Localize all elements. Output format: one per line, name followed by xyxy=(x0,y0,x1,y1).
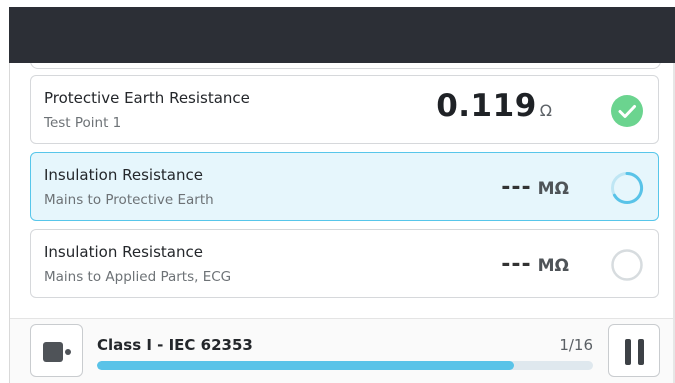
pause-icon xyxy=(625,339,631,365)
sequence-footer: Class I - IEC 62353 1/16 xyxy=(10,319,673,383)
measurement-number: --- xyxy=(501,252,532,277)
pending-circle-icon xyxy=(611,249,643,281)
pause-icon-bar xyxy=(638,339,644,365)
test-list-panel: Protective Earth Resistance Test Point 1… xyxy=(10,63,673,383)
pause-button[interactable] xyxy=(608,324,660,377)
sequence-label: Class I - IEC 62353 xyxy=(97,336,253,354)
measurement-unit: Ω xyxy=(539,101,552,120)
test-subtitle: Test Point 1 xyxy=(44,115,122,131)
previous-test-card[interactable] xyxy=(30,63,661,69)
measurement-number: 0.119 xyxy=(436,88,537,124)
test-card-insulation-mains-pe[interactable]: Insulation Resistance Mains to Protectiv… xyxy=(30,152,659,221)
stop-icon-dot xyxy=(65,349,71,355)
progress-bar-fill xyxy=(97,361,514,370)
measurement-value: --- MΩ xyxy=(501,175,569,200)
test-card-protective-earth[interactable]: Protective Earth Resistance Test Point 1… xyxy=(30,75,659,144)
stop-button[interactable] xyxy=(30,324,83,377)
measurement-unit: MΩ xyxy=(537,179,569,199)
stop-icon xyxy=(43,342,63,362)
check-circle-icon xyxy=(611,95,643,127)
progress-count: 1/16 xyxy=(559,336,593,354)
test-subtitle: Mains to Protective Earth xyxy=(44,192,214,208)
test-card-insulation-mains-ap[interactable]: Insulation Resistance Mains to Applied P… xyxy=(30,229,659,298)
loading-spinner-icon xyxy=(611,171,644,204)
progress-bar xyxy=(97,361,593,370)
test-title: Protective Earth Resistance xyxy=(44,89,250,107)
top-app-bar xyxy=(9,7,675,63)
test-title: Insulation Resistance xyxy=(44,166,203,184)
measurement-value: --- MΩ xyxy=(501,252,569,277)
measurement-value: 0.119 Ω xyxy=(436,88,552,124)
test-title: Insulation Resistance xyxy=(44,243,203,261)
measurement-number: --- xyxy=(501,175,532,200)
measurement-unit: MΩ xyxy=(537,256,569,276)
test-subtitle: Mains to Applied Parts, ECG xyxy=(44,269,232,285)
